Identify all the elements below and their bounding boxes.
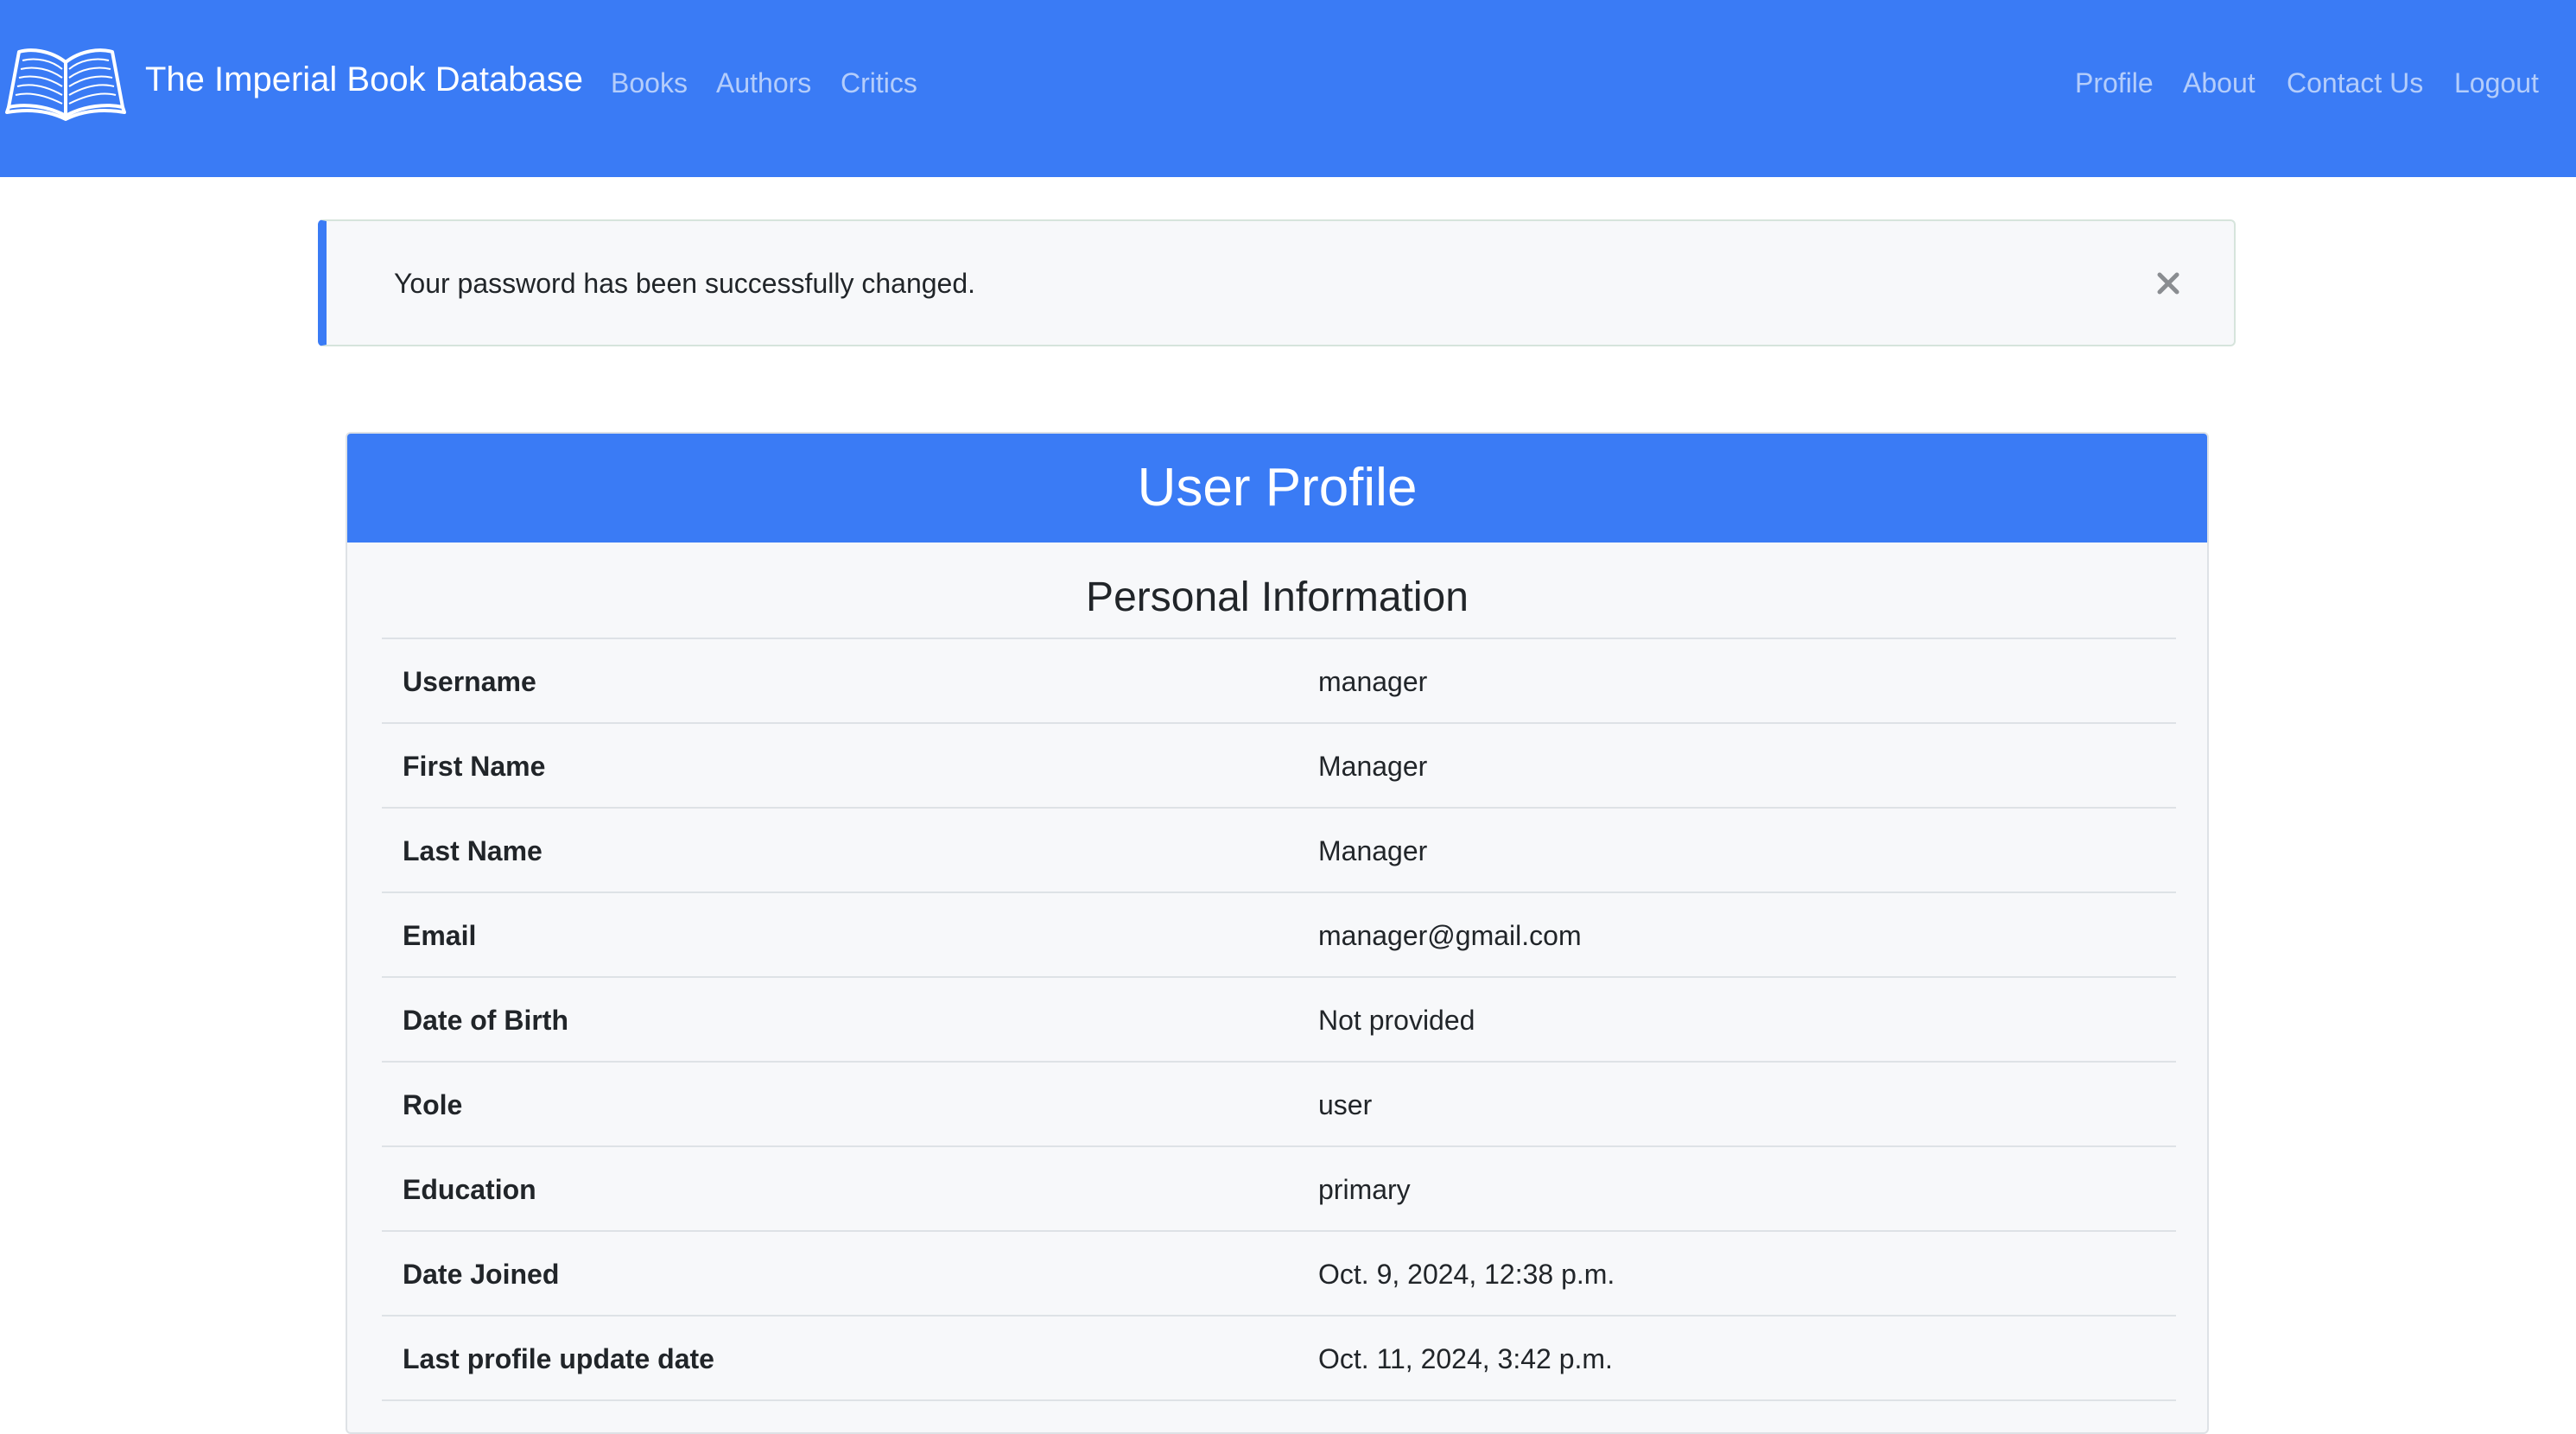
nav-link-authors[interactable]: Authors: [716, 64, 811, 102]
row-value: primary: [1318, 1174, 1411, 1205]
card-title: User Profile: [1137, 458, 1418, 517]
alert-close-button[interactable]: [2144, 259, 2192, 308]
row-value: Not provided: [1318, 1005, 1475, 1036]
table-row-date-joined: Date Joined Oct. 9, 2024, 12:38 p.m.: [382, 1232, 2176, 1317]
nav-link-books[interactable]: Books: [611, 64, 688, 102]
table-row-username: Username manager: [382, 639, 2176, 724]
row-label: Date of Birth: [403, 1005, 568, 1036]
row-value: Oct. 9, 2024, 12:38 p.m.: [1318, 1259, 1615, 1290]
row-label: Email: [403, 920, 477, 951]
row-label: First Name: [403, 751, 546, 782]
row-label: Last profile update date: [403, 1343, 714, 1374]
success-alert: Your password has been successfully chan…: [318, 219, 2236, 346]
row-label: Education: [403, 1174, 536, 1205]
user-profile-card: User Profile Personal Information Userna…: [346, 432, 2209, 1434]
alert-message: Your password has been successfully chan…: [394, 268, 976, 299]
row-value: Manager: [1318, 751, 1428, 782]
table-row-education: Education primary: [382, 1147, 2176, 1232]
top-navbar: The Imperial Book Database Books Authors…: [0, 0, 2576, 177]
row-label: Username: [403, 666, 536, 697]
row-label: Last Name: [403, 835, 542, 866]
nav-link-logout[interactable]: Logout: [2454, 64, 2539, 102]
row-label: Date Joined: [403, 1259, 560, 1290]
close-icon[interactable]: [2157, 272, 2179, 295]
table-row-email: Email manager@gmail.com: [382, 893, 2176, 978]
table-row-last-name: Last Name Manager: [382, 809, 2176, 893]
nav-link-about[interactable]: About: [2183, 64, 2256, 102]
row-label: Role: [403, 1089, 463, 1120]
row-value: Oct. 11, 2024, 3:42 p.m.: [1318, 1343, 1613, 1374]
section-title: Personal Information: [1086, 574, 1469, 620]
table-row-date-of-birth: Date of Birth Not provided: [382, 978, 2176, 1063]
brand-title[interactable]: The Imperial Book Database: [145, 57, 583, 102]
nav-link-contact-us[interactable]: Contact Us: [2287, 64, 2423, 102]
nav-link-profile[interactable]: Profile: [2075, 64, 2154, 102]
table-row-first-name: First Name Manager: [382, 724, 2176, 809]
row-value: manager: [1318, 666, 1428, 697]
table-row-last-update: Last profile update date Oct. 11, 2024, …: [382, 1317, 2176, 1401]
nav-link-critics[interactable]: Critics: [841, 64, 917, 102]
row-value: manager@gmail.com: [1318, 920, 1582, 951]
table-row-role: Role user: [382, 1063, 2176, 1147]
row-value: user: [1318, 1089, 1373, 1120]
open-book-icon[interactable]: [5, 41, 126, 121]
card-header: User Profile: [347, 434, 2207, 543]
row-value: Manager: [1318, 835, 1428, 866]
personal-info-table: Username manager First Name Manager Last…: [382, 638, 2176, 1401]
